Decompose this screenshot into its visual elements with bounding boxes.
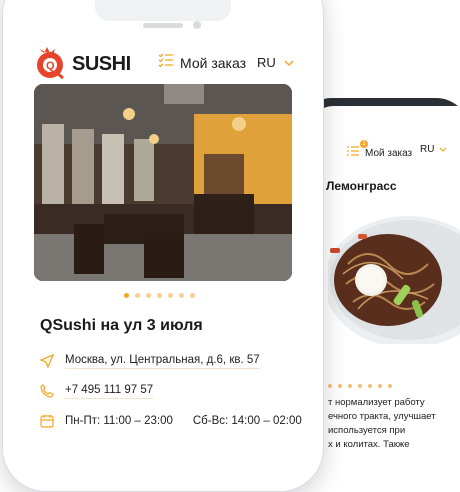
chevron-down-icon <box>439 144 447 155</box>
qsushi-logo-icon: Q <box>33 45 69 84</box>
secondary-slider-dots <box>328 384 392 388</box>
slider-dot[interactable] <box>124 293 129 298</box>
location-arrow-icon <box>39 353 55 369</box>
slider-dot[interactable] <box>135 293 140 298</box>
my-order-button[interactable]: Мой заказ <box>158 53 246 72</box>
hours-weekend: Сб-Вс: 14:00 – 02:00 <box>192 415 302 427</box>
slider-dot[interactable] <box>146 293 151 298</box>
slider-dot[interactable] <box>168 293 173 298</box>
phone-text: +7 495 111 97 57 <box>65 384 154 399</box>
chevron-down-icon <box>284 53 294 71</box>
secondary-order-button[interactable]: 1 Мой заказ <box>346 140 413 162</box>
secondary-lang-label: RU <box>420 144 435 155</box>
logo-wordmark: SUSHI <box>72 53 131 75</box>
language-label: RU <box>257 54 276 70</box>
secondary-phone-screen: 1 Мой заказ RU ку Лемонграсс т нормализу… <box>306 106 460 478</box>
slider-dot[interactable] <box>179 293 184 298</box>
photo-slider-dots[interactable] <box>124 293 195 298</box>
phone-camera <box>193 21 201 29</box>
order-list-icon <box>346 144 360 162</box>
phone-notch <box>95 0 231 21</box>
address-text: Москва, ул. Центральная, д.6, кв. 57 <box>65 354 260 369</box>
slider-dot[interactable] <box>157 293 162 298</box>
slider-dot[interactable] <box>190 293 195 298</box>
hours-row: Пн-Пт: 11:00 – 23:00 Сб-Вс: 14:00 – 02:0… <box>39 413 302 429</box>
secondary-header: 1 Мой заказ RU <box>336 140 460 166</box>
my-order-label: Мой заказ <box>180 54 247 71</box>
primary-phone-mockup: Q SUSHI Мой заказ RU QSushi на ул 3 июля… <box>2 0 324 492</box>
order-list-icon <box>158 53 174 72</box>
phone-speaker <box>143 23 183 28</box>
phone-icon <box>39 383 55 399</box>
app-header: Q SUSHI Мой заказ RU <box>33 41 301 85</box>
secondary-order-label: Мой заказ <box>365 147 413 159</box>
calendar-icon <box>39 413 55 429</box>
dish-photo <box>324 214 460 348</box>
restaurant-photo <box>34 84 292 281</box>
hours-weekdays: Пн-Пт: 11:00 – 23:00 <box>65 415 173 427</box>
secondary-language-selector[interactable]: RU <box>420 144 447 155</box>
restaurant-title: QSushi на ул 3 июля <box>40 317 203 334</box>
phone-row[interactable]: +7 495 111 97 57 <box>39 383 154 399</box>
dish-description: т нормализует работу ечного тракта, улуч… <box>328 397 436 450</box>
svg-text:Q: Q <box>46 60 55 72</box>
language-selector[interactable]: RU <box>257 53 294 71</box>
order-count-badge: 1 <box>360 140 368 148</box>
qsushi-logo[interactable]: Q SUSHI <box>33 45 131 84</box>
address-row[interactable]: Москва, ул. Центральная, д.6, кв. 57 <box>39 353 260 369</box>
